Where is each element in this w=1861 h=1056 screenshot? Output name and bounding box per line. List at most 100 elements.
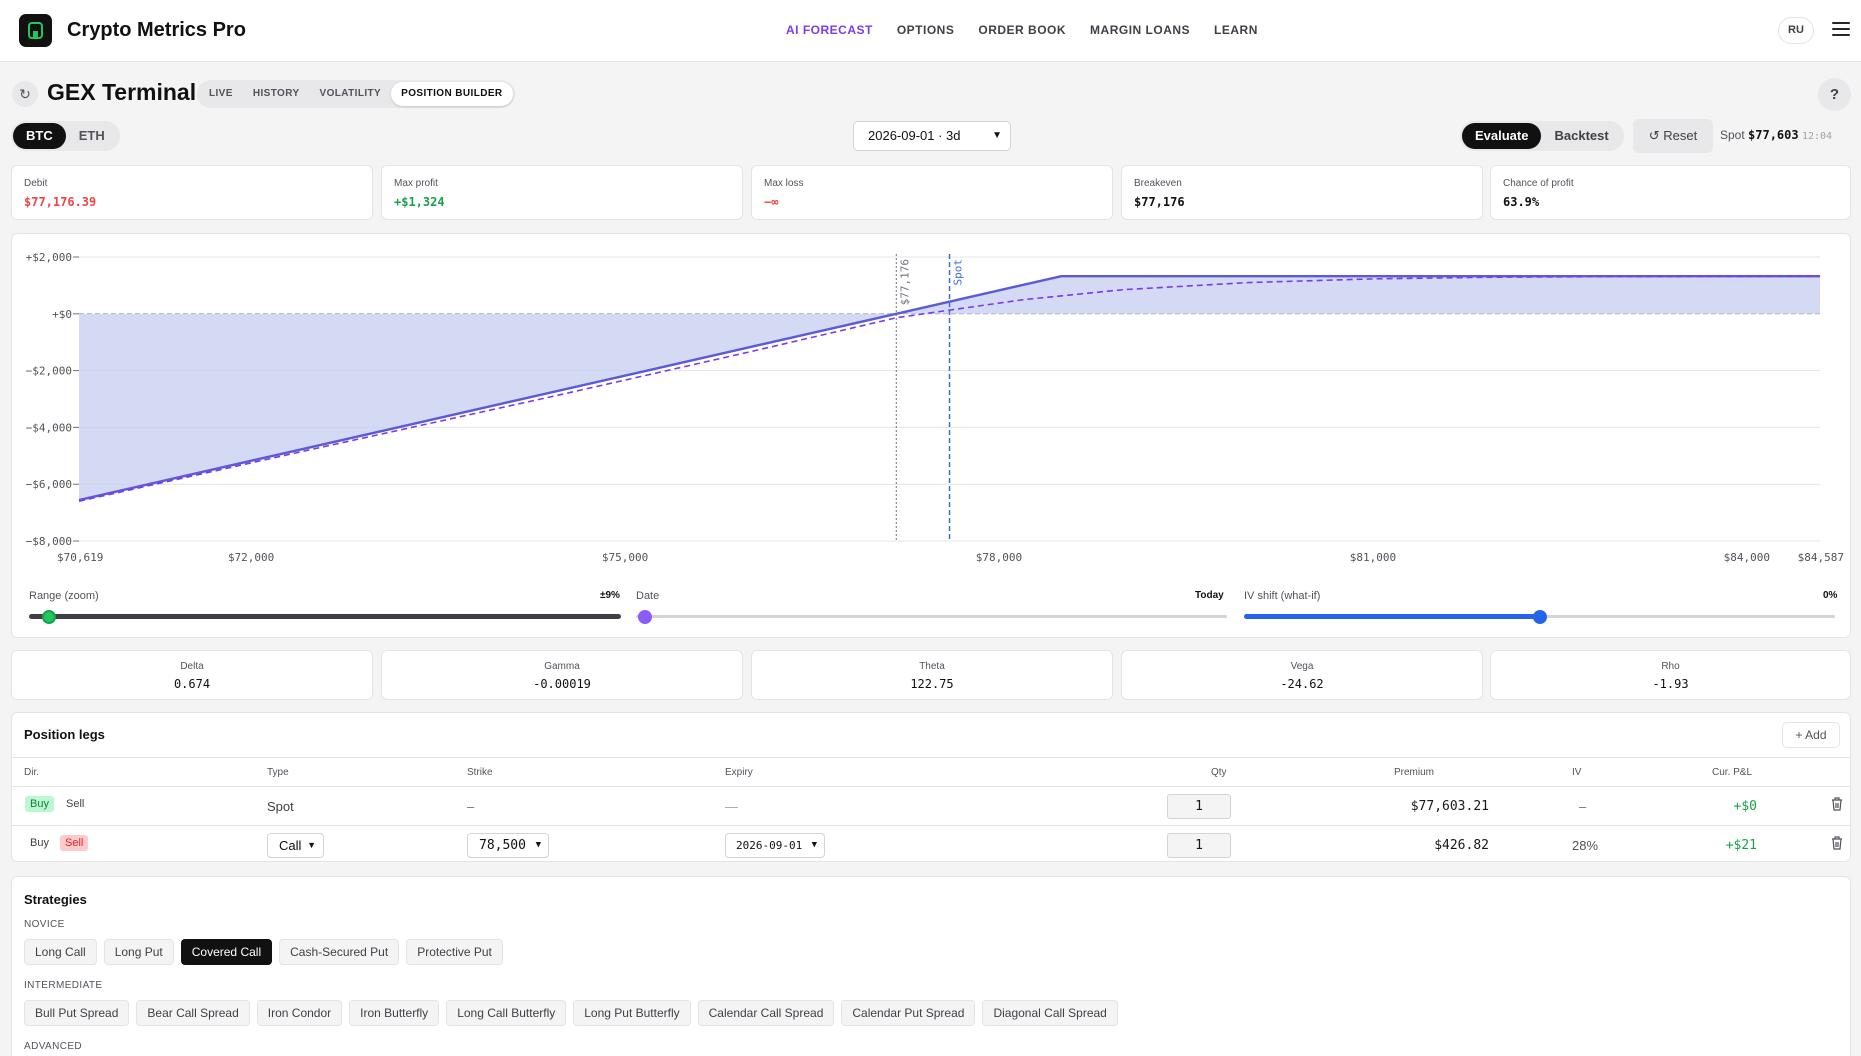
trash-icon[interactable] [1831, 836, 1843, 850]
spot-value: $77,603 [1748, 128, 1799, 142]
strategy-long-call-butterfly[interactable]: Long Call Butterfly [446, 1000, 567, 1026]
slider-label-range: Range (zoom) [29, 590, 99, 602]
y-tick-label: −$8,000 [26, 535, 72, 548]
leg-iv: – [1579, 799, 1587, 814]
payoff-chart-card: +$2,000 +$0 −$2,000 −$4,000 −$6,000 −$8,000 $7… [11, 233, 1851, 638]
greek-label: Rho [1661, 661, 1680, 672]
leg-premium: $77,603.21 [1410, 799, 1489, 814]
leg-iv: 28% [1572, 838, 1599, 853]
qty-input[interactable]: 1 [1167, 833, 1231, 858]
help-icon[interactable]: ? [1818, 78, 1851, 111]
greek-label: Vega [1290, 661, 1314, 672]
strategy-iron-butterfly[interactable]: Iron Butterfly [349, 1000, 440, 1026]
y-tick-label: +$2,000 [26, 251, 72, 264]
leg-pnl: +$0 [1733, 799, 1757, 814]
iv-slider-thumb[interactable] [1533, 610, 1547, 624]
stat-value: $77,176.39 [24, 195, 97, 209]
x-tick-label: $78,000 [976, 551, 1022, 564]
reset-icon: ↺ [1648, 128, 1660, 143]
backtest-button[interactable]: Backtest [1541, 123, 1621, 149]
range-slider-thumb[interactable] [42, 610, 56, 624]
spot-time: 12:04 [1801, 131, 1833, 142]
strike-select[interactable]: 78,500 ▼ [467, 833, 549, 858]
sell-toggle[interactable]: Sell [60, 835, 89, 851]
type-select[interactable]: Call ▼ [267, 833, 324, 858]
strategy-bear-call-spread[interactable]: Bear Call Spread [136, 1000, 250, 1026]
slider-value-range: ±9% [600, 590, 620, 601]
greek-label: Theta [919, 661, 945, 672]
strategy-covered-call[interactable]: Covered Call [180, 939, 273, 965]
expiry-select[interactable]: 2026-09-01 · 3d ▼ [853, 121, 1011, 151]
slider-label-date: Date [636, 590, 660, 602]
sell-toggle[interactable]: Sell [61, 796, 89, 812]
chart-sliders: Range (zoom) ±9% Date Today IV shift (wh… [12, 590, 1852, 630]
date-slider-track[interactable] [636, 615, 1227, 618]
strategy-iron-condor[interactable]: Iron Condor [256, 1000, 343, 1026]
add-leg-button[interactable]: + Add [1782, 722, 1840, 748]
strategy-calendar-call-spread[interactable]: Calendar Call Spread [697, 1000, 835, 1026]
nav-margin-loans[interactable]: MARGIN LOANS [1090, 23, 1190, 37]
buy-toggle[interactable]: Buy [25, 835, 54, 851]
x-tick-label: $84,000 [1724, 551, 1770, 564]
payoff-chart[interactable]: +$2,000 +$0 −$2,000 −$4,000 −$6,000 −$8,000 $7… [12, 234, 1852, 564]
strategy-bull-put-spread[interactable]: Bull Put Spread [24, 1000, 130, 1026]
greek-value: -0.00019 [533, 677, 591, 691]
asset-eth-button[interactable]: ETH [66, 123, 118, 149]
strategy-protective-put[interactable]: Protective Put [406, 939, 503, 965]
greek-value: 0.674 [173, 677, 211, 691]
reset-label: Reset [1663, 128, 1698, 143]
leg-strike: – [467, 799, 475, 814]
asset-btc-button[interactable]: BTC [13, 123, 66, 149]
strategies-card: Strategies NOVICE Long Call Long Put Cov… [11, 876, 1851, 1056]
app-title[interactable]: Crypto Metrics Pro [67, 19, 246, 42]
group-label-novice: NOVICE [24, 919, 65, 930]
nav-order-book[interactable]: ORDER BOOK [978, 23, 1066, 37]
stat-card-debit: Debit $77,176.39 [11, 165, 373, 220]
y-tick-label: −$2,000 [26, 365, 72, 378]
expiry-leg-select[interactable]: 2026-09-01 ▼ [725, 833, 825, 858]
evaluate-button[interactable]: Evaluate [1462, 123, 1542, 149]
leg-expiry: — [725, 799, 738, 814]
chart-logo-icon[interactable] [19, 14, 52, 47]
stat-label: Max loss [764, 178, 804, 189]
nav-options[interactable]: OPTIONS [897, 23, 955, 37]
tab-position-builder[interactable]: POSITION BUILDER [391, 82, 513, 106]
strategy-calendar-put-spread[interactable]: Calendar Put Spread [841, 1000, 976, 1026]
stat-card-chance-of-profit: Chance of profit 63.9% [1490, 165, 1851, 220]
nav-learn[interactable]: LEARN [1214, 23, 1258, 37]
tab-live[interactable]: LIVE [199, 82, 243, 106]
range-slider-track[interactable] [29, 614, 621, 619]
greek-label: Gamma [544, 661, 580, 672]
asset-toggle: BTC ETH [11, 121, 120, 151]
nav-ai-forecast[interactable]: AI FORECAST [786, 23, 873, 37]
iv-slider-track-filled[interactable] [1244, 614, 1540, 619]
language-button[interactable]: RU [1778, 17, 1814, 44]
trash-icon[interactable] [1831, 797, 1843, 811]
hamburger-menu-icon[interactable] [1832, 22, 1850, 36]
tab-volatility[interactable]: VOLATILITY [310, 82, 392, 106]
y-tick-label: −$6,000 [26, 478, 72, 491]
x-tick-label: $72,000 [228, 551, 274, 564]
marker-label: Spot [952, 259, 965, 286]
stat-label: Max profit [394, 178, 438, 189]
strategy-long-put-butterfly[interactable]: Long Put Butterfly [573, 1000, 691, 1026]
refresh-icon[interactable]: ↻ [12, 81, 38, 107]
iv-slider-track[interactable] [1540, 615, 1835, 618]
qty-input[interactable]: 1 [1167, 794, 1231, 819]
strategy-diagonal-call-spread[interactable]: Diagonal Call Spread [982, 1000, 1118, 1026]
spot-label: Spot [1720, 128, 1745, 142]
legs-title: Position legs [24, 727, 105, 742]
col-type: Type [267, 767, 289, 778]
stat-card-breakeven: Breakeven $77,176 [1121, 165, 1483, 220]
reset-button[interactable]: ↺ Reset [1633, 119, 1713, 153]
col-strike: Strike [467, 767, 493, 778]
strategy-long-call[interactable]: Long Call [24, 939, 97, 965]
stat-value: $77,176 [1134, 195, 1185, 209]
strategies-title: Strategies [24, 892, 87, 907]
date-slider-thumb[interactable] [638, 610, 652, 624]
tab-history[interactable]: HISTORY [243, 82, 310, 106]
strategy-cash-secured-put[interactable]: Cash-Secured Put [279, 939, 400, 965]
page-title: GEX Terminal [47, 79, 197, 105]
buy-toggle[interactable]: Buy [25, 796, 54, 812]
strategy-long-put[interactable]: Long Put [103, 939, 174, 965]
